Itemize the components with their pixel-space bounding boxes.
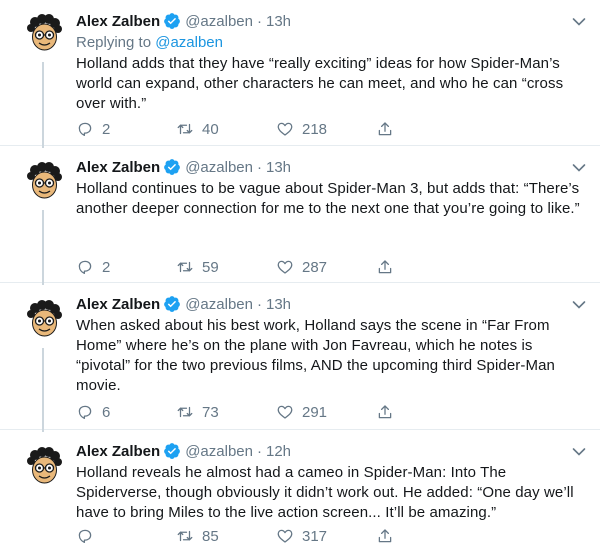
tweet-actions: 6 73 291 xyxy=(76,401,402,423)
timestamp[interactable]: 13h xyxy=(266,13,291,30)
chevron-down-icon[interactable] xyxy=(572,160,586,170)
tweet-actions: 2 59 287 xyxy=(76,256,402,278)
speech-bubble-icon xyxy=(76,527,94,545)
thread-connector-line xyxy=(42,348,44,432)
speech-bubble-icon xyxy=(76,403,94,421)
replying-to: Replying to @azalben xyxy=(76,33,586,53)
tweet-text: Holland reveals he almost had a cameo in… xyxy=(76,464,574,521)
author-name[interactable]: Alex Zalben xyxy=(76,443,160,460)
avatar[interactable] xyxy=(22,12,66,56)
retweet-arrows-icon xyxy=(176,403,194,421)
like-button[interactable]: 317 xyxy=(276,527,376,545)
retweet-button[interactable]: 59 xyxy=(176,258,276,276)
avatar[interactable] xyxy=(22,298,66,342)
retweet-arrows-icon xyxy=(176,258,194,276)
timestamp[interactable]: 13h xyxy=(266,296,291,313)
chevron-down-icon[interactable] xyxy=(572,444,586,454)
reply-button[interactable] xyxy=(76,527,176,545)
tweet-text: When asked about his best work, Holland … xyxy=(76,317,555,394)
author-handle[interactable]: @azalben xyxy=(185,296,253,313)
chevron-down-icon[interactable] xyxy=(572,297,586,307)
like-count: 218 xyxy=(302,120,328,138)
author-name[interactable]: Alex Zalben xyxy=(76,13,160,30)
like-count: 317 xyxy=(302,527,328,545)
replying-to-mention-link[interactable]: @azalben xyxy=(155,34,223,51)
speech-bubble-icon xyxy=(76,120,94,138)
share-button[interactable] xyxy=(376,403,402,421)
retweet-count: 59 xyxy=(202,258,219,276)
like-count: 287 xyxy=(302,258,328,276)
replying-to-label: Replying to xyxy=(76,34,156,51)
like-button[interactable]: 218 xyxy=(276,120,376,138)
avatar[interactable] xyxy=(22,445,66,489)
heart-icon xyxy=(276,403,294,421)
tweet-header: Alex Zalben @azalben · 13h xyxy=(76,293,586,315)
share-upload-icon xyxy=(376,403,394,421)
author-handle[interactable]: @azalben xyxy=(185,443,253,460)
reply-count: 2 xyxy=(102,258,111,276)
separator-dot: · xyxy=(256,12,262,30)
verified-badge-icon xyxy=(163,442,181,460)
retweet-count: 73 xyxy=(202,403,219,421)
like-button[interactable]: 287 xyxy=(276,258,376,276)
tweet-header: Alex Zalben @azalben · 12h xyxy=(76,440,586,462)
heart-icon xyxy=(276,120,294,138)
tweet-header: Alex Zalben @azalben · 13h xyxy=(76,10,586,32)
share-upload-icon xyxy=(376,258,394,276)
verified-badge-icon xyxy=(163,158,181,176)
tweet-header: Alex Zalben @azalben · 13h xyxy=(76,156,586,178)
heart-icon xyxy=(276,258,294,276)
tweet[interactable]: Alex Zalben @azalben · 13h Replying to @… xyxy=(0,0,600,148)
retweet-button[interactable]: 73 xyxy=(176,403,276,421)
retweet-button[interactable]: 85 xyxy=(176,527,276,545)
timestamp[interactable]: 12h xyxy=(266,443,291,460)
timestamp[interactable]: 13h xyxy=(266,159,291,176)
retweet-count: 85 xyxy=(202,527,219,545)
reply-count: 6 xyxy=(102,403,111,421)
author-handle[interactable]: @azalben xyxy=(185,13,253,30)
retweet-button[interactable]: 40 xyxy=(176,120,276,138)
avatar[interactable] xyxy=(22,160,66,204)
share-upload-icon xyxy=(376,527,394,545)
share-upload-icon xyxy=(376,120,394,138)
retweet-arrows-icon xyxy=(176,527,194,545)
reply-button[interactable]: 2 xyxy=(76,120,176,138)
reply-count: 2 xyxy=(102,120,111,138)
separator-dot: · xyxy=(256,295,262,313)
tweet-actions: 85 317 xyxy=(76,525,402,547)
author-handle[interactable]: @azalben xyxy=(185,159,253,176)
tweet-thread: Alex Zalben @azalben · 13h Replying to @… xyxy=(0,0,600,554)
like-count: 291 xyxy=(302,403,328,421)
author-name[interactable]: Alex Zalben xyxy=(76,159,160,176)
reply-button[interactable]: 2 xyxy=(76,258,176,276)
share-button[interactable] xyxy=(376,258,402,276)
share-button[interactable] xyxy=(376,527,402,545)
speech-bubble-icon xyxy=(76,258,94,276)
heart-icon xyxy=(276,527,294,545)
tweet-text: Holland continues to be vague about Spid… xyxy=(76,180,580,217)
tweet[interactable]: Alex Zalben @azalben · 12h Holland revea… xyxy=(0,430,600,554)
author-name[interactable]: Alex Zalben xyxy=(76,296,160,313)
verified-badge-icon xyxy=(163,295,181,313)
verified-badge-icon xyxy=(163,12,181,30)
separator-dot: · xyxy=(256,158,262,176)
thread-connector-line xyxy=(42,62,44,148)
separator-dot: · xyxy=(256,442,262,460)
retweet-arrows-icon xyxy=(176,120,194,138)
share-button[interactable] xyxy=(376,120,402,138)
chevron-down-icon[interactable] xyxy=(572,14,586,24)
thread-connector-line xyxy=(42,210,44,285)
tweet[interactable]: Alex Zalben @azalben · 13h Holland conti… xyxy=(0,146,600,285)
tweet[interactable]: Alex Zalben @azalben · 13h When asked ab… xyxy=(0,283,600,432)
retweet-count: 40 xyxy=(202,120,219,138)
reply-button[interactable]: 6 xyxy=(76,403,176,421)
like-button[interactable]: 291 xyxy=(276,403,376,421)
tweet-actions: 2 40 218 xyxy=(76,118,402,140)
tweet-text: Holland adds that they have “really exci… xyxy=(76,55,564,112)
